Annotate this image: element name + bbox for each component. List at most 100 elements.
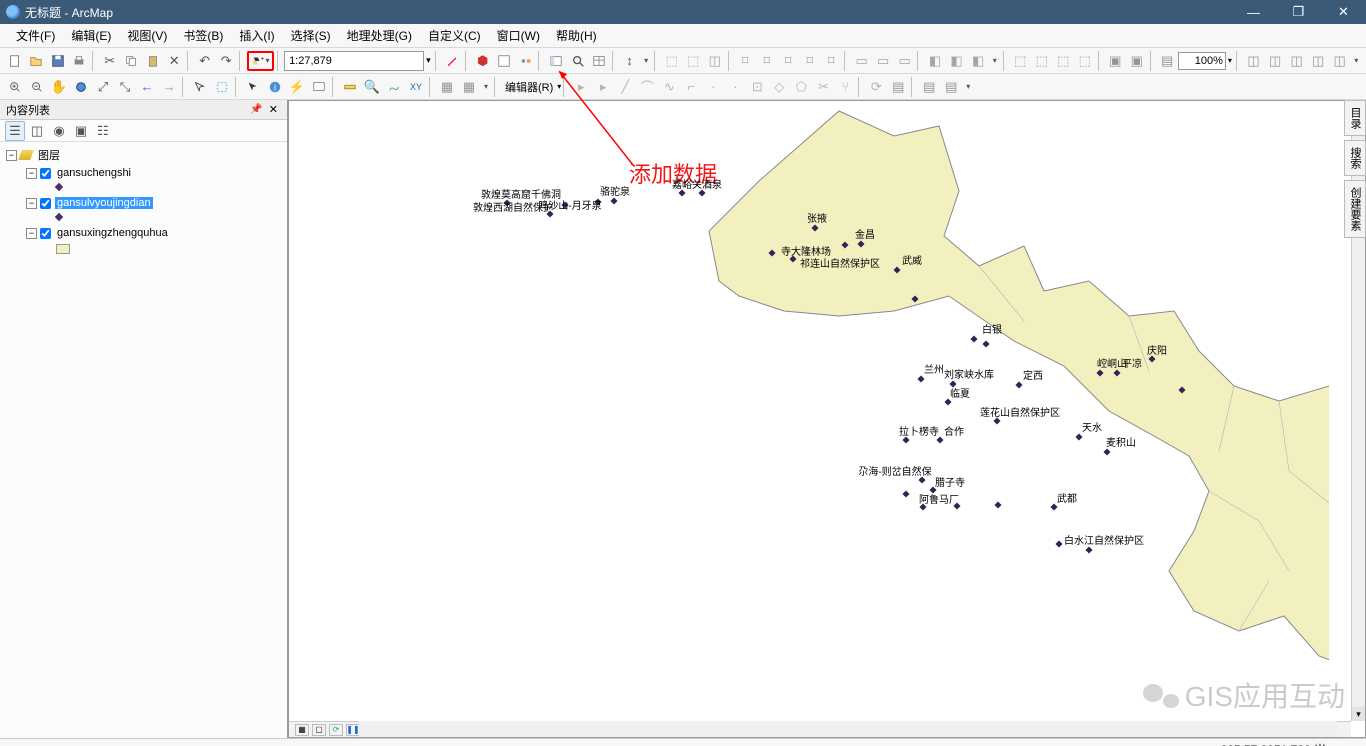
toc-pin-icon[interactable]: 📌 [247, 104, 265, 115]
arrow-tool-icon[interactable]: ↕ [620, 51, 640, 71]
undo-icon[interactable]: ↶ [195, 51, 215, 71]
layer-checkbox[interactable] [40, 168, 51, 179]
editor-toolbar-icon[interactable] [442, 51, 462, 71]
list-by-drawing-order-icon[interactable]: ☰ [5, 121, 25, 141]
edit-vertices-icon[interactable]: ◇ [769, 77, 789, 97]
snap-2-icon[interactable]: ⌑ [757, 51, 777, 71]
effects-3-icon[interactable]: ◧ [968, 51, 988, 71]
search-icon[interactable] [568, 51, 588, 71]
layer-symbol-dot[interactable] [55, 183, 63, 191]
label-4-icon[interactable]: ⬚ [1075, 51, 1095, 71]
create-features-icon[interactable]: ▤ [941, 77, 961, 97]
cut-icon[interactable]: ✂ [100, 51, 120, 71]
snap-3-icon[interactable]: ⌑ [778, 51, 798, 71]
redo-icon[interactable]: ↷ [216, 51, 236, 71]
add-data-button[interactable]: +▾ [247, 51, 274, 71]
trace-icon[interactable]: ∿ [659, 77, 679, 97]
close-button[interactable]: ✕ [1321, 0, 1366, 24]
find-icon[interactable]: 🔍 [362, 77, 382, 97]
layers-root-label[interactable]: 图层 [36, 147, 62, 163]
dropdown4-icon[interactable]: ▾ [481, 77, 491, 97]
save-icon[interactable] [48, 51, 68, 71]
menu-bookmarks[interactable]: 书签(B) [175, 24, 231, 48]
georef-1-icon[interactable]: ⬚ [662, 51, 682, 71]
layer-label-selected[interactable]: gansulvyoujingdian [55, 197, 153, 209]
catalog-tab[interactable]: 目录 [1344, 100, 1366, 136]
new-icon[interactable] [5, 51, 25, 71]
back-icon[interactable]: ← [137, 77, 157, 97]
minimize-button[interactable]: — [1231, 0, 1276, 24]
menu-geoprocessing[interactable]: 地理处理(G) [339, 24, 420, 48]
scroll-down-icon[interactable]: ▾ [1352, 707, 1365, 721]
identify-icon[interactable]: i [265, 77, 285, 97]
snap-4-icon[interactable]: ⌑ [800, 51, 820, 71]
label-2-icon[interactable]: ⬚ [1032, 51, 1052, 71]
split-icon[interactable]: ⑂ [835, 77, 855, 97]
layer-symbol-poly[interactable] [56, 244, 70, 254]
catalog-icon[interactable] [546, 51, 566, 71]
zoom-out-icon[interactable] [27, 77, 47, 97]
dropdown2-icon[interactable]: ▾ [990, 51, 1000, 71]
georef-2-icon[interactable]: ⬚ [683, 51, 703, 71]
horizontal-scrollbar[interactable] [359, 721, 1337, 737]
menu-view[interactable]: 视图(V) [119, 24, 175, 48]
snap-1-icon[interactable]: ⌑ [735, 51, 755, 71]
table-icon[interactable] [589, 51, 609, 71]
print-icon[interactable] [70, 51, 90, 71]
maximize-button[interactable]: ❐ [1276, 0, 1321, 24]
list-by-source-icon[interactable]: ◫ [27, 121, 47, 141]
menu-selection[interactable]: 选择(S) [283, 24, 339, 48]
select-features-icon[interactable] [190, 77, 210, 97]
clear-selection-icon[interactable] [212, 77, 232, 97]
editor-menu[interactable]: 编辑器(R) [501, 79, 557, 95]
full-extent-icon[interactable] [71, 77, 91, 97]
list-by-visibility-icon[interactable]: ◉ [49, 121, 69, 141]
layer-label[interactable]: gansuxingzhengquhua [55, 227, 170, 239]
right-angle-icon[interactable]: ⌐ [681, 77, 701, 97]
tree-toggle[interactable]: − [26, 228, 37, 239]
menu-windows[interactable]: 窗口(W) [489, 24, 548, 48]
list-by-selection-icon[interactable]: ▣ [71, 121, 91, 141]
end-icon[interactable]: · [725, 77, 745, 97]
model-builder-icon[interactable] [516, 51, 536, 71]
layer-symbol-dot[interactable] [55, 213, 63, 221]
scale-dropdown-icon[interactable]: ▾ [424, 55, 433, 66]
open-icon[interactable] [27, 51, 47, 71]
python-icon[interactable] [494, 51, 514, 71]
anno-2-icon[interactable]: ▣ [1127, 51, 1147, 71]
edit-tool-icon[interactable]: ▸ [571, 77, 591, 97]
dropdown3-icon[interactable]: ▾ [1351, 51, 1361, 71]
snap-5-icon[interactable]: ⌑ [821, 51, 841, 71]
menu-customize[interactable]: 自定义(C) [420, 24, 489, 48]
create-features-tab[interactable]: 创建要素 [1344, 180, 1366, 238]
paste-icon[interactable] [143, 51, 163, 71]
pan-icon[interactable]: ✋ [49, 77, 69, 97]
misc-3-icon[interactable]: ◫ [1287, 51, 1307, 71]
layout-1-icon[interactable]: ▤ [1157, 51, 1177, 71]
layout-view-button[interactable]: ▢ [312, 724, 326, 736]
cut-poly-icon[interactable]: ✂ [813, 77, 833, 97]
dropdown5-icon[interactable]: ▾ [963, 77, 973, 97]
copy-icon[interactable] [121, 51, 141, 71]
straight-icon[interactable]: ╱ [615, 77, 635, 97]
label-3-icon[interactable]: ⬚ [1054, 51, 1074, 71]
refresh-button[interactable]: ⟳ [329, 724, 343, 736]
reshape-icon[interactable]: ⬠ [791, 77, 811, 97]
tree-toggle[interactable]: − [26, 198, 37, 209]
layer-checkbox[interactable] [40, 228, 51, 239]
draw-1-icon[interactable]: ▭ [852, 51, 872, 71]
rotate-icon[interactable]: ⟳ [866, 77, 886, 97]
misc-2-icon[interactable]: ◫ [1265, 51, 1285, 71]
misc-5-icon[interactable]: ◫ [1330, 51, 1350, 71]
select-elements-icon[interactable] [243, 77, 263, 97]
measure-icon[interactable] [340, 77, 360, 97]
editor-dropdown-icon[interactable]: ▾ [557, 82, 561, 91]
tree-toggle[interactable]: − [26, 168, 37, 179]
georef-3-icon[interactable]: ◫ [705, 51, 725, 71]
hyperlink-icon[interactable]: ⚡ [287, 77, 307, 97]
find-route-icon[interactable] [384, 77, 404, 97]
layer-label[interactable]: gansuchengshi [55, 167, 133, 179]
create-viewer-icon[interactable]: ▦ [459, 77, 479, 97]
zoom-dropdown-icon[interactable]: ▾ [1226, 56, 1234, 65]
goto-xy-icon[interactable]: XY [406, 77, 426, 97]
